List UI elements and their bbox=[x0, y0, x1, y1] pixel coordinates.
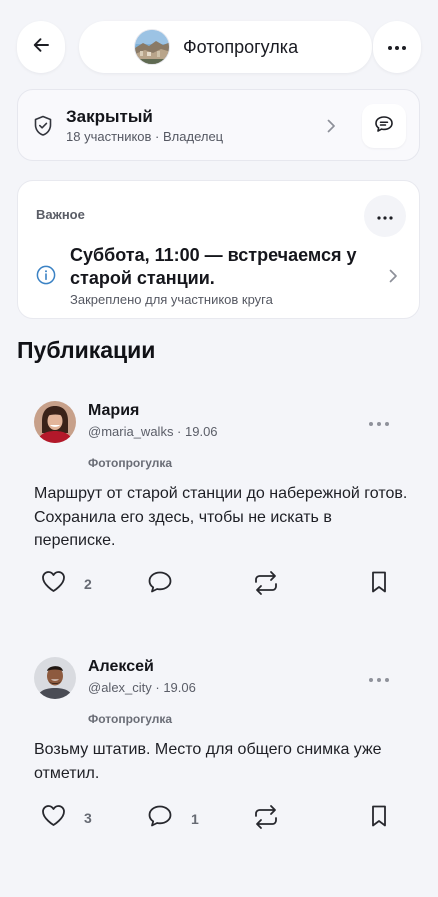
group-chat-button[interactable] bbox=[362, 104, 406, 148]
pinned-label: Важное bbox=[36, 207, 85, 222]
privacy-subtitle: 18 участников · Владелец bbox=[66, 129, 224, 144]
section-title: Публикации bbox=[17, 337, 156, 363]
post-more-icon[interactable] bbox=[368, 670, 390, 688]
comment-button[interactable] bbox=[147, 570, 191, 599]
bookmark-icon bbox=[370, 570, 388, 599]
back-arrow-icon bbox=[31, 35, 51, 60]
group-title-pill[interactable]: Фотопрогулка bbox=[79, 21, 372, 73]
repost-button[interactable] bbox=[252, 570, 280, 601]
post-group-label[interactable]: Фотопрогулка bbox=[88, 456, 172, 470]
top-bar: Фотопрогулка bbox=[17, 21, 421, 73]
more-horizontal-icon bbox=[377, 207, 393, 225]
avatar[interactable] bbox=[34, 401, 76, 443]
like-button[interactable]: 2 bbox=[41, 570, 92, 598]
repost-icon bbox=[252, 804, 280, 835]
group-avatar bbox=[134, 29, 170, 65]
post-more-icon[interactable] bbox=[368, 414, 390, 432]
repost-icon bbox=[252, 570, 280, 601]
post-actions: 3 1 bbox=[0, 804, 438, 832]
chevron-right-icon bbox=[326, 118, 336, 139]
pinned-title: Суббота, 11:00 — встречаемся у старой ст… bbox=[70, 245, 357, 288]
privacy-title: Закрытый bbox=[66, 107, 153, 126]
privacy-card[interactable]: Закрытый 18 участников · Владелец bbox=[17, 89, 420, 161]
like-count: 2 bbox=[84, 576, 92, 592]
pinned-card[interactable]: Важное Суббота, 11:00 — встречаемся у ст… bbox=[17, 180, 420, 319]
back-button[interactable] bbox=[17, 21, 65, 73]
app-screen: Фотопрогулка Закрытый 18 участников · Вл… bbox=[0, 0, 438, 897]
comment-icon bbox=[147, 804, 173, 833]
post-text: Возьму штатив. Место для общего снимка у… bbox=[34, 741, 382, 782]
like-count: 3 bbox=[84, 810, 92, 826]
post-group-label[interactable]: Фотопрогулка bbox=[88, 712, 172, 726]
shield-check-icon bbox=[33, 115, 53, 142]
bookmark-button[interactable] bbox=[370, 804, 388, 833]
pinned-more-button[interactable] bbox=[364, 195, 406, 237]
group-title: Фотопрогулка bbox=[183, 36, 299, 57]
post-actions: 2 bbox=[0, 570, 438, 598]
comment-button[interactable]: 1 bbox=[147, 804, 199, 833]
pinned-subtitle: Закреплено для участников круга bbox=[70, 292, 273, 307]
author-handle-date: @alex_city · 19.06 bbox=[88, 680, 196, 695]
more-button[interactable] bbox=[373, 21, 421, 73]
author-name[interactable]: Мария bbox=[88, 402, 139, 420]
heart-icon bbox=[41, 804, 66, 832]
bookmark-button[interactable] bbox=[370, 570, 388, 599]
more-horizontal-icon bbox=[387, 38, 407, 56]
bookmark-icon bbox=[370, 804, 388, 833]
chat-bubble-icon bbox=[374, 115, 394, 138]
chevron-right-icon bbox=[388, 268, 398, 289]
post-card[interactable]: Алексей @alex_city · 19.06 Фотопрогулка … bbox=[0, 657, 438, 847]
comment-icon bbox=[147, 570, 173, 599]
avatar[interactable] bbox=[34, 657, 76, 699]
author-name[interactable]: Алексей bbox=[88, 658, 154, 676]
comment-count: 1 bbox=[191, 810, 199, 827]
like-button[interactable]: 3 bbox=[41, 804, 92, 832]
info-icon bbox=[36, 265, 56, 290]
heart-icon bbox=[41, 570, 66, 598]
author-handle-date: @maria_walks · 19.06 bbox=[88, 424, 218, 439]
repost-button[interactable] bbox=[252, 804, 280, 835]
post-card[interactable]: Мария @maria_walks · 19.06 Фотопрогулка … bbox=[0, 401, 438, 601]
post-text: Маршрут от старой станции до набережной … bbox=[34, 485, 408, 549]
